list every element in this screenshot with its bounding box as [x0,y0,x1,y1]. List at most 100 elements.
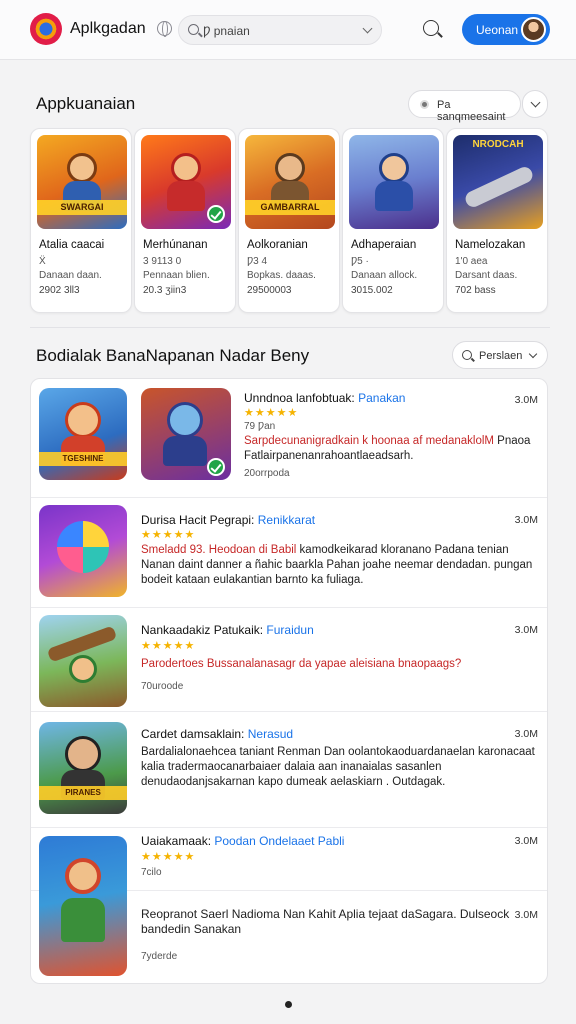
app-icon: PIRANES [39,722,127,814]
search-input[interactable] [203,22,343,40]
app-description: Parodertoes Bussanalanasagr da yapae ale… [141,657,537,672]
character-icon [65,858,101,894]
app-title: Cardet damsaklain: Nerasud [141,727,293,741]
card-meta: 20.3 ʒiin3 [143,285,187,296]
app-description: Reopranot Saerl Nadioma Nan Kahit Aplia … [141,907,537,937]
app-logo-icon[interactable] [30,13,62,45]
card-meta: 3015.002 [351,285,393,296]
card-title: Atalia caacai [39,239,105,251]
rating-stars: ★★★★★ [244,407,299,419]
card-meta: 2902 3ll3 [39,285,80,296]
app-description: Sarpdecunanigradkain k hoonaa af medanak… [244,434,540,464]
weapon-icon [462,164,536,210]
app-icon [141,388,231,480]
rating-stars: ★★★★★ [141,851,196,863]
app-tag[interactable]: Furaidun [266,623,313,637]
card-sub: Ƿ5 · [351,256,369,267]
app-title: Nankaadakiz Patukaik: Furaidun [141,623,314,637]
art-band: PIRANES [39,786,127,800]
character-icon [379,153,409,183]
character-icon [69,655,97,683]
character-icon [65,736,101,772]
page-indicator-dot[interactable] [285,1001,292,1008]
app-tag[interactable]: Nerasud [248,727,293,741]
app-size: 3.0M [514,728,538,740]
featured-card[interactable]: Adhaperaian Ƿ5 · Danaan allock. 3015.002 [342,128,444,313]
featured-card[interactable]: GAMBARRAL Aolkoranian Ƿ3 4 Bopkas. daaas… [238,128,340,313]
app-list: TGESHINE Unndnoa lanfobtuak: Panakan 3.0… [30,378,548,984]
card-sub: Bopkas. daaas. [247,270,316,281]
description-highlight: Sarpdecunanigradkain k hoonaa af medanak… [244,435,494,447]
game-art [141,135,231,229]
list-item[interactable]: Uaiakamaak: Poodan Ondelaaet Pabli 3.0M … [31,828,547,976]
divider [30,327,550,328]
featured-card[interactable]: SWARGAI Atalia caacai Ẍ Danaan daan. 290… [30,128,132,313]
app-meta: 7cilo [141,867,162,878]
character-icon [167,402,203,438]
app-tag[interactable]: Poodan Ondelaaet Pabli [214,834,344,848]
character-icon [171,153,201,183]
app-icon [39,615,127,707]
game-symbol-icon [57,521,109,573]
featured-card[interactable]: NRODCAH Namelozakan 1'0 aea Darsant daas… [446,128,548,313]
character-icon [275,153,305,183]
app-title-text: Unndnoa lanfobtuak: [244,391,355,405]
user-button[interactable]: Ueonan [462,14,550,45]
card-title: Adhaperaian [351,239,417,251]
card-sub: 3 9113 0 [143,256,182,267]
character-body [163,436,207,466]
app-meta: 7yderde [141,951,178,962]
app-title: Durisa Hacit Pegrapi: Renikkarat [141,513,315,527]
card-sub: Ẍ [39,256,46,267]
character-body [375,181,413,211]
verified-check-icon [207,458,225,476]
top-bar: Aplkgadan Ueonan [0,0,576,60]
card-sub: Danaan allock. [351,270,418,281]
game-art: SWARGAI [37,135,127,229]
chevron-down-icon[interactable] [362,23,373,34]
expand-button[interactable] [522,90,548,118]
app-description: Bardalialonaehcea taniant Renman Dan ool… [141,745,537,790]
character-body [167,181,205,211]
filter-pill[interactable]: Pa sanqmeesaint [408,90,521,123]
game-art: GAMBARRAL [245,135,335,229]
list-item[interactable]: Nankaadakiz Patukaik: Furaidun 3.0M ★★★★… [31,608,547,712]
character-icon [65,402,101,438]
app-tag[interactable]: Renikkarat [258,513,315,527]
featured-card[interactable]: Merhúnanan 3 9113 0 Pennaan blien. 20.3 … [134,128,236,313]
chevron-down-icon [528,349,538,359]
app-tag[interactable]: Panakan [358,391,405,405]
search-icon [462,350,472,360]
card-sub: 1'0 aea [455,256,488,267]
list-item[interactable]: PIRANES Cardet damsaklain: Nerasud 3.0M … [31,712,547,828]
section-title: Appkuanaian [36,94,136,113]
app-icon: TGESHINE [39,388,127,480]
app-icon [39,505,127,597]
user-button-label: Ueonan [476,23,519,37]
art-title: NRODCAH [472,139,524,150]
rating-stars: ★★★★★ [141,640,196,652]
description-text: Reopranot Saerl Nadioma Nan Kahit Aplia … [141,907,510,936]
rating-stars: ★★★★★ [141,529,196,541]
rating-text: 79 Ƿan [244,421,276,432]
list-item[interactable]: 3.0M Reopranot Saerl Nadioma Nan Kahit A… [31,891,547,983]
card-title: Aolkoranian [247,239,308,251]
app-title-text: Cardet damsaklain: [141,727,245,741]
card-sub: Darsant daas. [455,270,518,281]
filter-label: Pa sanqmeesaint [437,99,506,123]
app-title: Unndnoa lanfobtuak: Panakan [244,391,405,405]
search-icon[interactable] [423,20,439,36]
list-item[interactable]: Durisa Hacit Pegrapi: Renikkarat 3.0M ★★… [31,498,547,608]
search-icon [188,24,199,35]
verified-check-icon [207,205,225,223]
app-meta: 70uroode [141,681,184,692]
search-bar[interactable] [178,15,382,45]
list-item[interactable]: TGESHINE Unndnoa lanfobtuak: Panakan 3.0… [31,379,547,498]
sort-button[interactable]: Perslaen [452,341,548,369]
card-sub: Pennaan blien. [143,270,210,281]
app-meta: 20orrpoda [244,468,290,479]
card-sub: Danaan daan. [39,270,102,281]
art-band: GAMBARRAL [245,200,335,215]
globe-icon[interactable] [157,21,172,37]
app-title: Uaiakamaak: Poodan Ondelaaet Pabli [141,834,344,848]
